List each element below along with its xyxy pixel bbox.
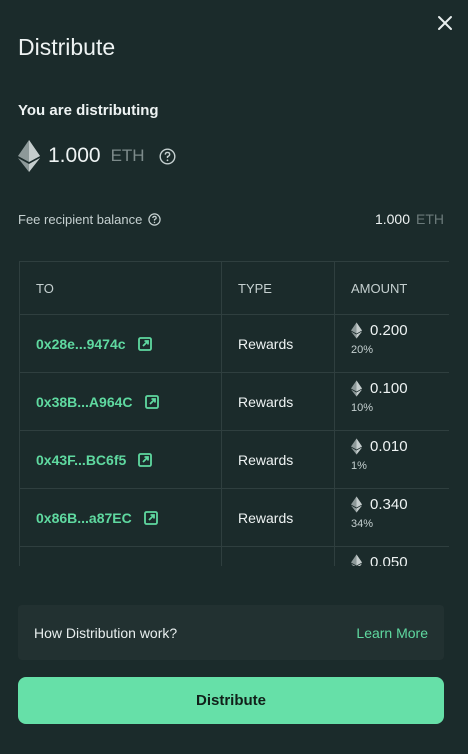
fee-recipient-balance: Fee recipient balance 1.000 ETH xyxy=(18,211,444,227)
row-percent: 34% xyxy=(351,518,374,530)
learn-more-link[interactable]: Learn More xyxy=(356,625,428,641)
column-header-to: TO xyxy=(19,261,222,315)
ethereum-icon xyxy=(351,438,362,455)
amount-cell: 0.050 xyxy=(334,546,449,566)
amount-cell: 0.340 34% xyxy=(334,488,449,547)
table-row: 0x86B...a87EC Rewards 0.340 34% xyxy=(19,488,449,547)
address-cell: 0x28e...9474c xyxy=(19,314,222,373)
help-icon[interactable] xyxy=(148,212,162,226)
row-amount: 0.200 xyxy=(370,322,408,339)
amount-value: 1.000 xyxy=(48,144,101,167)
type-cell xyxy=(221,546,335,566)
row-percent: 1% xyxy=(351,460,367,472)
type-cell: Rewards xyxy=(221,372,335,431)
fee-value: 1.000 xyxy=(374,211,410,227)
recipient-address[interactable]: 0x28e...9474c xyxy=(36,336,126,352)
type-cell: Rewards xyxy=(221,430,335,489)
row-percent: 10% xyxy=(351,402,374,414)
type-cell: Rewards xyxy=(221,314,335,373)
help-icon[interactable] xyxy=(159,147,176,165)
row-amount: 0.010 xyxy=(370,438,408,455)
address-cell xyxy=(19,546,222,566)
distributing-label: You are distributing xyxy=(18,102,159,119)
ethereum-icon xyxy=(351,554,362,566)
distribution-amount: 1.000 ETH xyxy=(18,140,176,172)
info-question: How Distribution work? xyxy=(34,624,178,641)
recipient-address[interactable]: 0x38B...A964C xyxy=(36,394,133,410)
distribute-button[interactable]: Distribute xyxy=(18,677,444,724)
table-row: 0.050 xyxy=(19,546,449,566)
ethereum-icon xyxy=(18,140,40,172)
address-cell: 0x86B...a87EC xyxy=(19,488,222,547)
column-header-type: TYPE xyxy=(221,261,335,315)
fee-label: Fee recipient balance xyxy=(18,211,143,227)
fee-unit: ETH xyxy=(416,211,444,227)
distribute-modal: Distribute You are distributing 1.000 ET… xyxy=(0,0,468,754)
row-percent: 20% xyxy=(351,344,374,356)
distribution-type: Rewards xyxy=(238,335,294,352)
distribution-type: Rewards xyxy=(238,451,294,468)
row-amount: 0.050 xyxy=(370,554,408,566)
column-header-amount: AMOUNT xyxy=(334,261,449,315)
table-header-row: TO TYPE AMOUNT xyxy=(19,261,449,315)
external-link-icon[interactable] xyxy=(138,452,153,467)
distribution-info-banner: How Distribution work? Learn More xyxy=(18,605,444,660)
distribution-type: Rewards xyxy=(238,393,294,410)
type-cell: Rewards xyxy=(221,488,335,547)
address-cell: 0x43F...BC6f5 xyxy=(19,430,222,489)
table-row: 0x43F...BC6f5 Rewards 0.010 1% xyxy=(19,430,449,489)
ethereum-icon xyxy=(351,322,362,339)
amount-cell: 0.200 20% xyxy=(334,314,449,373)
external-link-icon[interactable] xyxy=(143,510,158,525)
row-amount: 0.100 xyxy=(370,380,408,397)
external-link-icon[interactable] xyxy=(137,336,152,351)
ethereum-icon xyxy=(351,496,362,513)
recipients-table[interactable]: TO TYPE AMOUNT 0x28e...9474c Rewards 0.200… xyxy=(19,261,449,566)
ethereum-icon xyxy=(351,380,362,397)
table-row: 0x28e...9474c Rewards 0.200 20% xyxy=(19,314,449,373)
distribution-type: Rewards xyxy=(238,509,294,526)
recipient-address[interactable]: 0x43F...BC6f5 xyxy=(36,452,126,468)
table-row: 0x38B...A964C Rewards 0.100 10% xyxy=(19,372,449,431)
external-link-icon[interactable] xyxy=(144,394,159,409)
modal-title: Distribute xyxy=(18,34,116,60)
address-cell: 0x38B...A964C xyxy=(19,372,222,431)
amount-unit: ETH xyxy=(110,146,145,165)
row-amount: 0.340 xyxy=(370,496,408,513)
recipient-address[interactable]: 0x86B...a87EC xyxy=(36,510,132,526)
amount-cell: 0.010 1% xyxy=(334,430,449,489)
close-icon[interactable] xyxy=(434,12,456,34)
amount-cell: 0.100 10% xyxy=(334,372,449,431)
